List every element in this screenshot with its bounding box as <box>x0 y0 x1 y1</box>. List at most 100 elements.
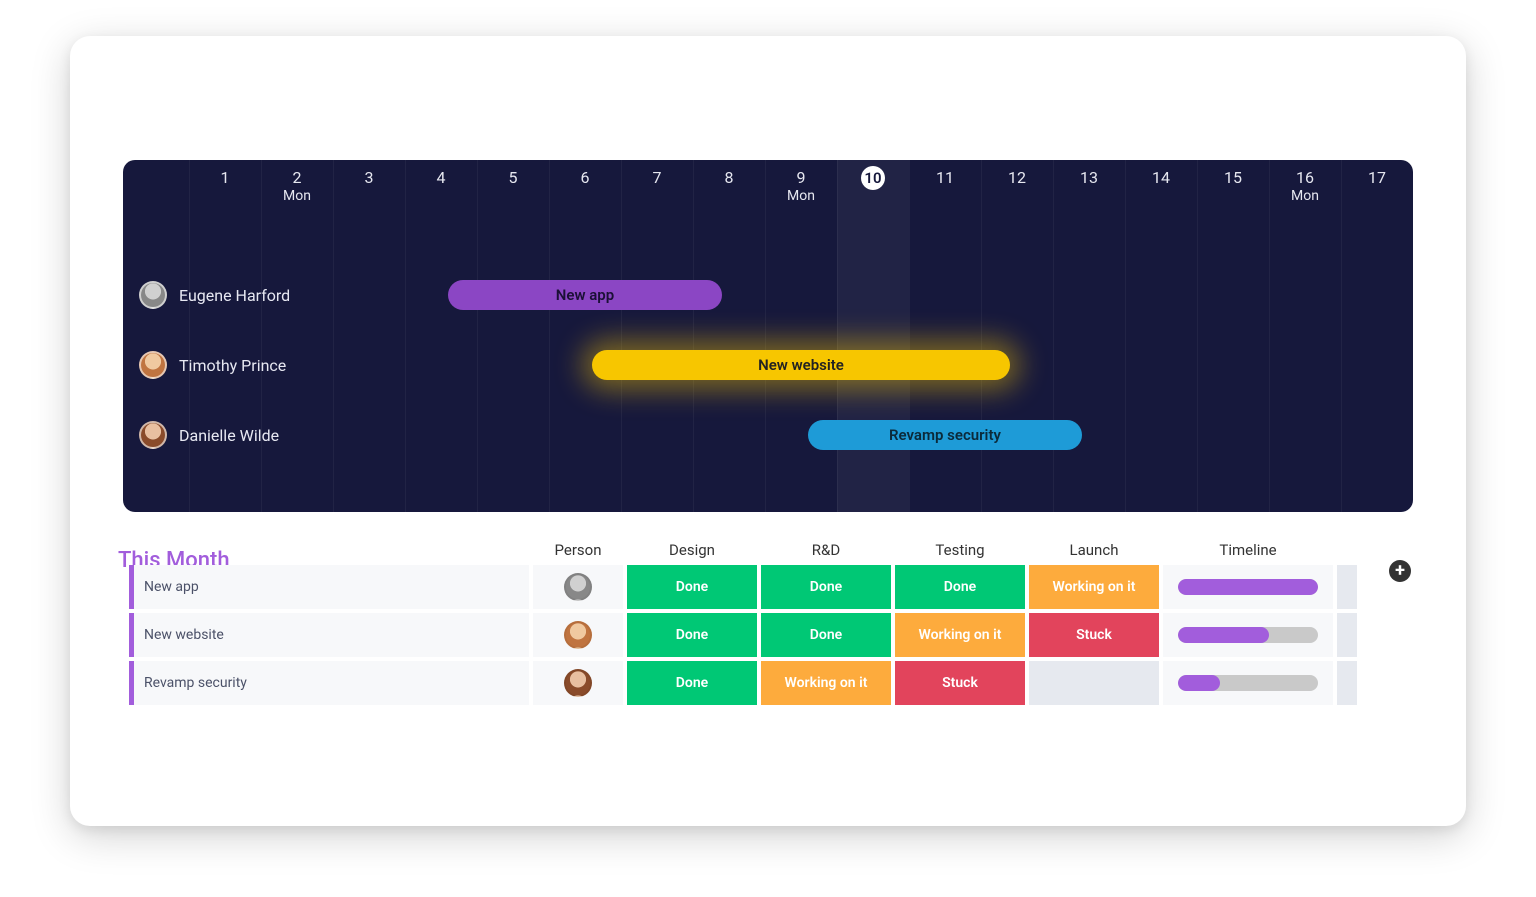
gantt-day-weekday: Mon <box>283 188 311 204</box>
gantt-bar-new-website[interactable]: New website <box>592 350 1010 380</box>
avatar <box>564 621 592 649</box>
gantt-day-header: 4 <box>405 160 477 220</box>
status-cell[interactable]: Stuck <box>1029 613 1159 657</box>
gantt-day-header: 3 <box>333 160 405 220</box>
gantt-day-number: 8 <box>725 168 734 187</box>
col-header-rnd: R&D <box>761 541 891 559</box>
gantt-day-weekday: Mon <box>1291 188 1319 204</box>
col-header-timeline: Timeline <box>1163 541 1333 559</box>
gantt-person-name: Eugene Harford <box>179 286 290 305</box>
gantt-day-header: 17 <box>1341 160 1413 220</box>
gantt-day-number: 9 <box>797 168 806 187</box>
gantt-day-number: 17 <box>1368 168 1386 187</box>
board-row-name[interactable]: Revamp security <box>129 661 529 705</box>
gantt-bar-label: New app <box>556 286 614 304</box>
gantt-day-header: 2Mon <box>261 160 333 220</box>
gantt-day-number: 3 <box>365 168 374 187</box>
board-row-name[interactable]: New website <box>129 613 529 657</box>
gantt-day-number: 4 <box>437 168 446 187</box>
avatar <box>139 351 167 379</box>
avatar <box>564 669 592 697</box>
gantt-day-header: 10 <box>837 160 909 220</box>
board-row-person[interactable] <box>533 613 623 657</box>
status-cell[interactable]: Working on it <box>1029 565 1159 609</box>
gantt-day-header: 13 <box>1053 160 1125 220</box>
gantt-day-number: 11 <box>936 168 954 187</box>
row-end-spacer <box>1337 565 1357 609</box>
gantt-day-number: 5 <box>509 168 518 187</box>
gantt-day-number: 2 <box>293 168 302 187</box>
gantt-day-number: 14 <box>1152 168 1170 187</box>
status-cell[interactable]: Done <box>895 565 1025 609</box>
gantt-day-header: 9Mon <box>765 160 837 220</box>
gantt-day-number: 12 <box>1008 168 1026 187</box>
timeline-track <box>1178 579 1318 595</box>
gantt-day-number: 10 <box>861 166 885 190</box>
gantt-day-number: 15 <box>1224 168 1242 187</box>
gantt-day-header: 6 <box>549 160 621 220</box>
avatar <box>139 281 167 309</box>
gantt-row-label: Danielle Wilde <box>139 421 279 449</box>
status-cell[interactable]: Done <box>761 613 891 657</box>
row-end-spacer <box>1337 661 1357 705</box>
plus-icon: + <box>1395 562 1405 580</box>
status-cell[interactable] <box>1029 661 1159 705</box>
board-row-name[interactable]: New app <box>129 565 529 609</box>
col-header-person: Person <box>533 541 623 559</box>
gantt-bar-label: New website <box>758 356 844 374</box>
timeline-cell[interactable] <box>1163 565 1333 609</box>
status-cell[interactable]: Stuck <box>895 661 1025 705</box>
add-column-button[interactable]: + <box>1389 560 1411 582</box>
gantt-day-header: 16Mon <box>1269 160 1341 220</box>
gantt-day-number: 6 <box>581 168 590 187</box>
gantt-bar-label: Revamp security <box>889 426 1001 444</box>
gantt-row: Timothy Prince New website <box>123 330 1413 400</box>
gantt-day-header: 5 <box>477 160 549 220</box>
gantt-day-header: 15 <box>1197 160 1269 220</box>
avatar <box>564 573 592 601</box>
timeline-fill <box>1178 579 1318 595</box>
timeline-cell[interactable] <box>1163 613 1333 657</box>
gantt-row-label: Timothy Prince <box>139 351 286 379</box>
gantt-day-number: 16 <box>1296 168 1314 187</box>
row-end-spacer <box>1337 613 1357 657</box>
gantt-panel: 12Mon3456789Mon10111213141516Mon17 Eugen… <box>123 160 1413 512</box>
timeline-cell[interactable] <box>1163 661 1333 705</box>
board-row-person[interactable] <box>533 661 623 705</box>
gantt-person-name: Danielle Wilde <box>179 426 279 445</box>
gantt-day-weekday: Mon <box>787 188 815 204</box>
status-cell[interactable]: Working on it <box>895 613 1025 657</box>
board-row: New websiteDoneDoneWorking on itStuck <box>129 613 1407 657</box>
gantt-day-header: 7 <box>621 160 693 220</box>
gantt-day-header: 12 <box>981 160 1053 220</box>
status-cell[interactable]: Done <box>627 565 757 609</box>
workspace-card: 12Mon3456789Mon10111213141516Mon17 Eugen… <box>70 36 1466 826</box>
status-cell[interactable]: Done <box>627 661 757 705</box>
timeline-fill <box>1178 675 1220 691</box>
gantt-bar-revamp-security[interactable]: Revamp security <box>808 420 1082 450</box>
board-table: Person Design R&D Testing Launch Timelin… <box>123 541 1413 705</box>
timeline-track <box>1178 627 1318 643</box>
status-cell[interactable]: Working on it <box>761 661 891 705</box>
gantt-day-header: 1 <box>189 160 261 220</box>
gantt-bar-new-app[interactable]: New app <box>448 280 722 310</box>
col-header-launch: Launch <box>1029 541 1159 559</box>
gantt-row: Danielle Wilde Revamp security <box>123 400 1413 470</box>
board-header: Person Design R&D Testing Launch Timelin… <box>123 541 1413 565</box>
gantt-day-header: 11 <box>909 160 981 220</box>
gantt-day-header: 8 <box>693 160 765 220</box>
gantt-row: Eugene Harford New app <box>123 260 1413 330</box>
gantt-row-label: Eugene Harford <box>139 281 290 309</box>
gantt-day-number: 7 <box>653 168 662 187</box>
timeline-fill <box>1178 627 1269 643</box>
gantt-day-header: 14 <box>1125 160 1197 220</box>
board-row: New appDoneDoneDoneWorking on it <box>129 565 1407 609</box>
avatar <box>139 421 167 449</box>
board-row: Revamp security DoneWorking on itStuck <box>129 661 1407 705</box>
board-row-person[interactable] <box>533 565 623 609</box>
gantt-person-name: Timothy Prince <box>179 356 286 375</box>
col-header-design: Design <box>627 541 757 559</box>
status-cell[interactable]: Done <box>627 613 757 657</box>
timeline-track <box>1178 675 1318 691</box>
status-cell[interactable]: Done <box>761 565 891 609</box>
